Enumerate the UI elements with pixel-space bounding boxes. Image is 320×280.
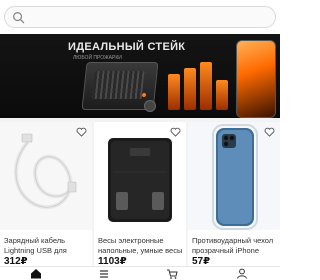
product-card[interactable]: Весы электронные напольные, умные весы 1… <box>94 122 186 266</box>
search-input[interactable] <box>29 9 273 27</box>
phone-image <box>236 40 276 118</box>
home-icon[interactable] <box>30 268 42 279</box>
favorite-heart-icon[interactable] <box>170 127 181 137</box>
grill-knob-image <box>144 100 156 112</box>
banner-title: ИДЕАЛЬНЫЙ СТЕЙК <box>68 41 186 53</box>
product-grid: Зарядный кабель Lightning USB для iPhone… <box>0 118 280 266</box>
cart-icon[interactable] <box>166 268 178 279</box>
product-name: Противоударный чехол прозрачный iPhone 7… <box>192 236 274 255</box>
favorite-heart-icon[interactable] <box>264 127 275 137</box>
banner-subtitle: ЛЮБОЙ ПРОЖАРКИ <box>73 55 122 61</box>
product-image-scale <box>94 122 186 230</box>
favorite-heart-icon[interactable] <box>76 127 87 137</box>
product-image-phone-case <box>188 122 280 230</box>
product-name: Зарядный кабель Lightning USB для iPhone… <box>4 236 67 255</box>
profile-icon[interactable] <box>236 268 248 279</box>
product-card[interactable]: Зарядный кабель Lightning USB для iPhone… <box>0 122 92 266</box>
product-name: Весы электронные напольные, умные весы <box>98 236 183 255</box>
top-bar <box>0 0 280 34</box>
search-icon <box>13 12 25 24</box>
product-card[interactable]: Противоударный чехол прозрачный iPhone 7… <box>188 122 280 266</box>
banner-decor-bar <box>200 62 212 110</box>
product-price: 57₽ <box>192 256 211 266</box>
product-price: 312₽ <box>4 256 28 266</box>
catalog-icon[interactable] <box>98 268 110 279</box>
promo-banner[interactable]: ИДЕАЛЬНЫЙ СТЕЙК ЛЮБОЙ ПРОЖАРКИ <box>0 34 280 118</box>
banner-decor-bar <box>216 80 228 110</box>
product-image-cable <box>0 122 92 230</box>
banner-decor-bar <box>168 74 180 110</box>
product-price: 1103₽ <box>98 256 127 266</box>
search-bar[interactable] <box>4 6 276 28</box>
bottom-navigation <box>0 266 280 280</box>
banner-decor-bar <box>184 68 196 110</box>
